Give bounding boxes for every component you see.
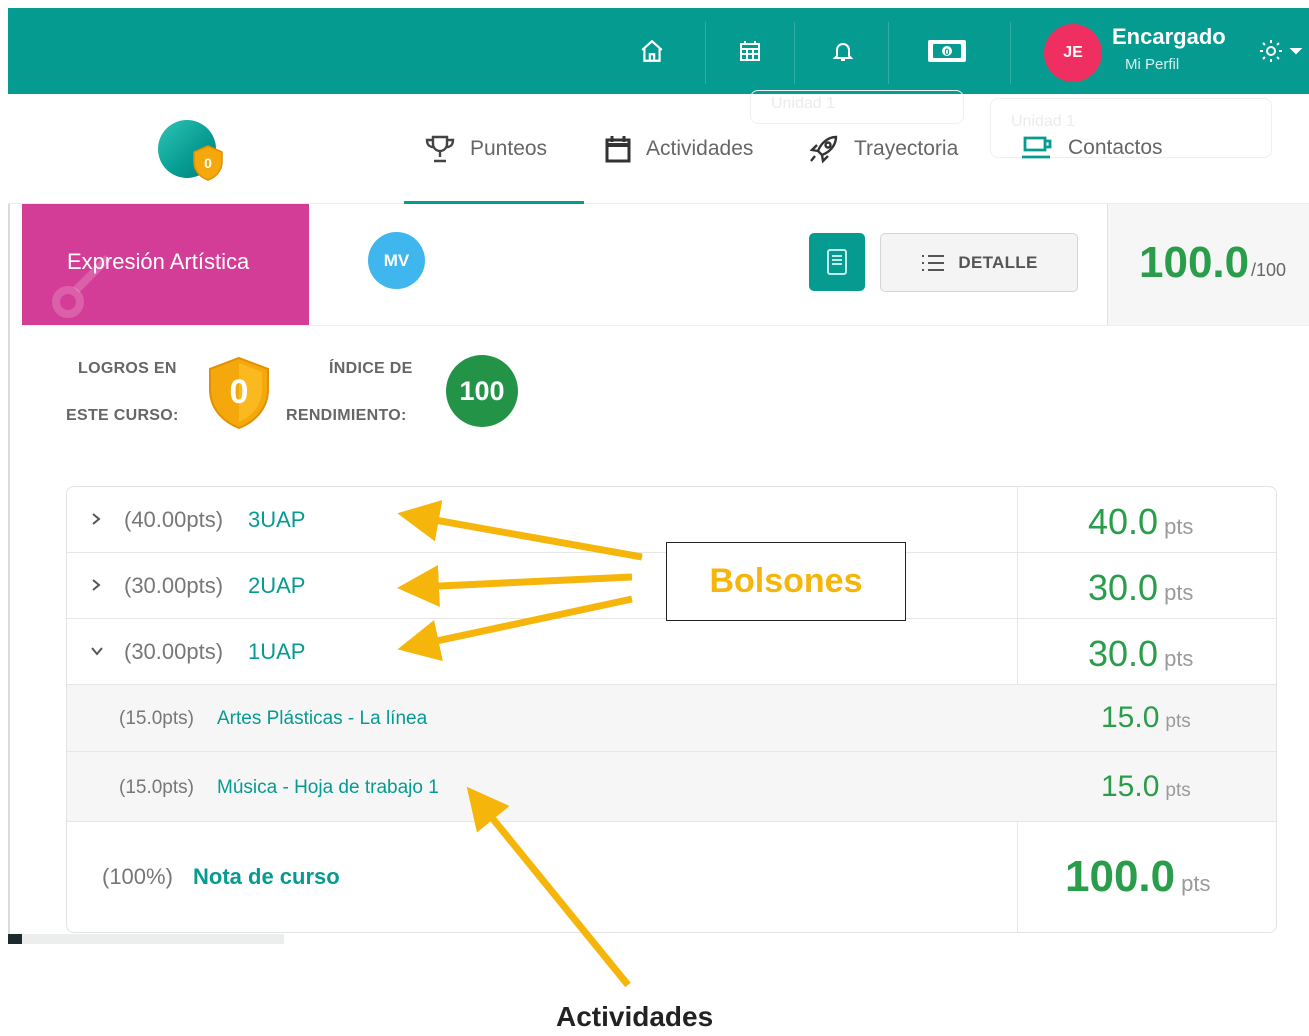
arrow-2uap bbox=[397, 565, 633, 607]
annotation-arrows bbox=[397, 500, 643, 988]
arrow-1uap bbox=[397, 595, 633, 662]
arrow-3uap bbox=[397, 500, 643, 561]
actividades-callout: Actividades bbox=[556, 1001, 714, 1032]
arrow-actividades bbox=[466, 786, 631, 988]
bolsones-callout: Bolsones bbox=[666, 542, 906, 621]
